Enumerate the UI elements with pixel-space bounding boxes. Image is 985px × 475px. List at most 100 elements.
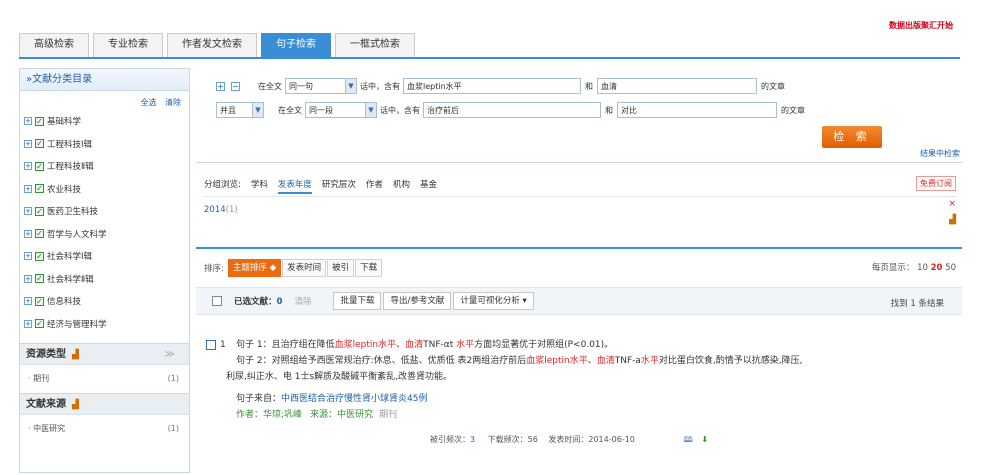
item-checkbox[interactable] bbox=[206, 340, 216, 350]
selected-count: 已选文献：0 bbox=[234, 297, 283, 307]
bar-chart-icon[interactable]: ▟ bbox=[949, 215, 956, 225]
plus-icon[interactable]: + bbox=[24, 139, 32, 148]
tab-author[interactable]: 作者发文检索 bbox=[167, 33, 257, 57]
group-label: 分组浏览: bbox=[204, 180, 241, 190]
checkbox-checked[interactable]: ✓ bbox=[35, 319, 44, 329]
search-in-results-link[interactable]: 结果中检索 bbox=[920, 148, 960, 159]
sidebar-actions: 全选 清除 bbox=[20, 91, 189, 110]
sort-cited-button[interactable]: 被引 bbox=[327, 259, 355, 277]
plus-icon[interactable]: + bbox=[24, 207, 32, 216]
category-basic-science[interactable]: + ✓ 基础科学 bbox=[20, 110, 189, 133]
plus-icon[interactable]: + bbox=[24, 117, 32, 126]
top-bar: 数据出版聚汇开始 高级检索 专业检索 作者发文检索 句子检索 一框式检索 bbox=[0, 0, 985, 59]
remove-row-icon[interactable]: − bbox=[231, 81, 240, 91]
per-page-20[interactable]: 20 bbox=[931, 263, 943, 273]
group-body: 2014(1) × ▟ bbox=[204, 196, 956, 234]
term-input-2a[interactable]: 治疗前后 bbox=[423, 102, 601, 118]
visual-analysis-dropdown[interactable]: 计量可视化分析 ▾ bbox=[453, 292, 534, 310]
promo-link[interactable]: 数据出版聚汇开始 bbox=[889, 20, 953, 31]
group-tab-year[interactable]: 发表年度 bbox=[277, 178, 312, 194]
tab-sentence[interactable]: 句子检索 bbox=[261, 33, 331, 57]
scope-select-2[interactable]: 同一段 ▼ bbox=[305, 102, 377, 118]
cnki-sentence-search-page: 数据出版聚汇开始 高级检索 专业检索 作者发文检索 句子检索 一框式检索 »文献… bbox=[0, 0, 985, 475]
plus-icon[interactable]: + bbox=[24, 297, 32, 306]
category-philosophy[interactable]: + ✓ 哲学与人文科学 bbox=[20, 223, 189, 246]
download-icon[interactable]: ⬇ bbox=[701, 435, 708, 444]
tab-single-box[interactable]: 一框式检索 bbox=[335, 33, 415, 57]
year-filter-2014[interactable]: 2014(1) bbox=[204, 205, 238, 215]
plus-icon[interactable]: + bbox=[24, 274, 32, 283]
checkbox-checked[interactable]: ✓ bbox=[35, 161, 44, 171]
journal-link[interactable]: 中医研究 bbox=[337, 410, 373, 420]
checkbox-checked[interactable]: ✓ bbox=[35, 184, 44, 194]
search-row-1: + − 在全文 同一句 ▼ 话中，含有 血浆leptin水平 和 血清 的文章 bbox=[216, 78, 785, 94]
checkbox-checked[interactable]: ✓ bbox=[35, 229, 44, 239]
source-item[interactable]: · 中医研究 (1) bbox=[20, 415, 189, 443]
per-page-10[interactable]: 10 bbox=[917, 263, 928, 273]
group-tab-fund[interactable]: 基金 bbox=[420, 178, 437, 194]
source-line: 句子来自：中西医结合治疗慢性肾小球肾炎45例 bbox=[236, 394, 428, 404]
export-button[interactable]: 导出/参考文献 bbox=[383, 292, 452, 310]
plus-icon[interactable]: + bbox=[24, 184, 32, 193]
group-tab-subject[interactable]: 学科 bbox=[251, 178, 268, 194]
checkbox-checked[interactable]: ✓ bbox=[35, 116, 44, 126]
checkbox-checked[interactable]: ✓ bbox=[35, 206, 44, 216]
sidebar-title: »文献分类目录 bbox=[20, 69, 189, 91]
sort-date-button[interactable]: 发表时间 bbox=[282, 259, 327, 277]
group-tab-institution[interactable]: 机构 bbox=[393, 178, 410, 194]
resource-type-item[interactable]: · 期刊 (1) bbox=[20, 365, 189, 393]
chevron-down-icon[interactable]: ▼ bbox=[345, 79, 356, 93]
category-economics[interactable]: + ✓ 经济与管理科学 bbox=[20, 313, 189, 336]
plus-icon[interactable]: + bbox=[24, 162, 32, 171]
chevron-down-icon[interactable]: ≫ bbox=[165, 344, 175, 366]
checkbox-checked[interactable]: ✓ bbox=[35, 139, 44, 149]
checkbox-checked[interactable]: ✓ bbox=[35, 274, 44, 284]
checkbox-checked[interactable]: ✓ bbox=[35, 296, 44, 306]
read-book-icon[interactable]: 🕮 bbox=[683, 435, 692, 444]
sort-topic-button[interactable]: 主题排序 ◆ bbox=[227, 259, 282, 277]
tab-underline bbox=[19, 57, 960, 59]
group-tab-author[interactable]: 作者 bbox=[366, 178, 383, 194]
bar-chart-icon[interactable]: ▟ bbox=[72, 400, 79, 410]
category-agriculture[interactable]: + ✓ 农业科技 bbox=[20, 178, 189, 201]
plus-icon[interactable]: + bbox=[24, 229, 32, 238]
chevron-down-icon[interactable]: ▼ bbox=[252, 103, 263, 117]
clear-link[interactable]: 清除 bbox=[165, 98, 181, 107]
category-information[interactable]: + ✓ 信息科技 bbox=[20, 290, 189, 313]
chevron-down-icon[interactable]: ▼ bbox=[365, 103, 376, 117]
category-social-2[interactable]: + ✓ 社会科学Ⅱ辑 bbox=[20, 268, 189, 291]
list-item: 1 句子 1：且治疗组在降低血浆leptin水平、血清TNF-αt 水平方面均显… bbox=[206, 337, 956, 423]
free-subscribe-button[interactable]: 免费订阅 bbox=[916, 176, 956, 191]
select-all-link[interactable]: 全选 bbox=[140, 98, 156, 107]
per-page-50[interactable]: 50 bbox=[945, 263, 956, 273]
select-all-checkbox[interactable] bbox=[212, 296, 222, 306]
logic-select[interactable]: 并且 ▼ bbox=[216, 102, 264, 118]
sort-download-button[interactable]: 下载 bbox=[355, 259, 383, 277]
term-input-1a[interactable]: 血浆leptin水平 bbox=[403, 78, 581, 94]
clear-selection-link[interactable]: 清除 bbox=[294, 295, 311, 307]
resource-type-header[interactable]: 资源类型 ▟ ≫ bbox=[20, 343, 189, 365]
category-engineering-2[interactable]: + ✓ 工程科技Ⅱ辑 bbox=[20, 155, 189, 178]
author-line: 作者：华琼;巩峰 来源：中医研究 期刊 bbox=[236, 410, 398, 420]
scope-select-1[interactable]: 同一句 ▼ bbox=[285, 78, 357, 94]
category-medicine[interactable]: + ✓ 医药卫生科技 bbox=[20, 200, 189, 223]
term-input-2b[interactable]: 对比 bbox=[617, 102, 777, 118]
close-icon[interactable]: × bbox=[948, 199, 956, 209]
plus-icon[interactable]: + bbox=[24, 319, 32, 328]
tab-advanced[interactable]: 高级检索 bbox=[19, 33, 89, 57]
sidebar: »文献分类目录 全选 清除 + ✓ 基础科学 + ✓ 工程科技Ⅰ辑 + ✓ 工程科技Ⅱ辑 +… bbox=[19, 68, 190, 473]
batch-download-button[interactable]: 批量下载 bbox=[333, 292, 382, 310]
checkbox-checked[interactable]: ✓ bbox=[35, 251, 44, 261]
authors-link[interactable]: 华琼;巩峰 bbox=[263, 410, 302, 420]
source-title-link[interactable]: 中西医结合治疗慢性肾小球肾炎45例 bbox=[281, 394, 427, 404]
source-header[interactable]: 文献来源 ▟ bbox=[20, 393, 189, 415]
add-row-icon[interactable]: + bbox=[216, 81, 225, 91]
plus-icon[interactable]: + bbox=[24, 252, 32, 261]
bar-chart-icon[interactable]: ▟ bbox=[72, 350, 79, 360]
category-engineering-1[interactable]: + ✓ 工程科技Ⅰ辑 bbox=[20, 133, 189, 156]
term-input-1b[interactable]: 血清 bbox=[597, 78, 757, 94]
tab-professional[interactable]: 专业检索 bbox=[93, 33, 163, 57]
group-tab-level[interactable]: 研究层次 bbox=[322, 178, 356, 194]
category-social-1[interactable]: + ✓ 社会科学Ⅰ辑 bbox=[20, 245, 189, 268]
search-button[interactable]: 检 索 bbox=[822, 126, 882, 148]
